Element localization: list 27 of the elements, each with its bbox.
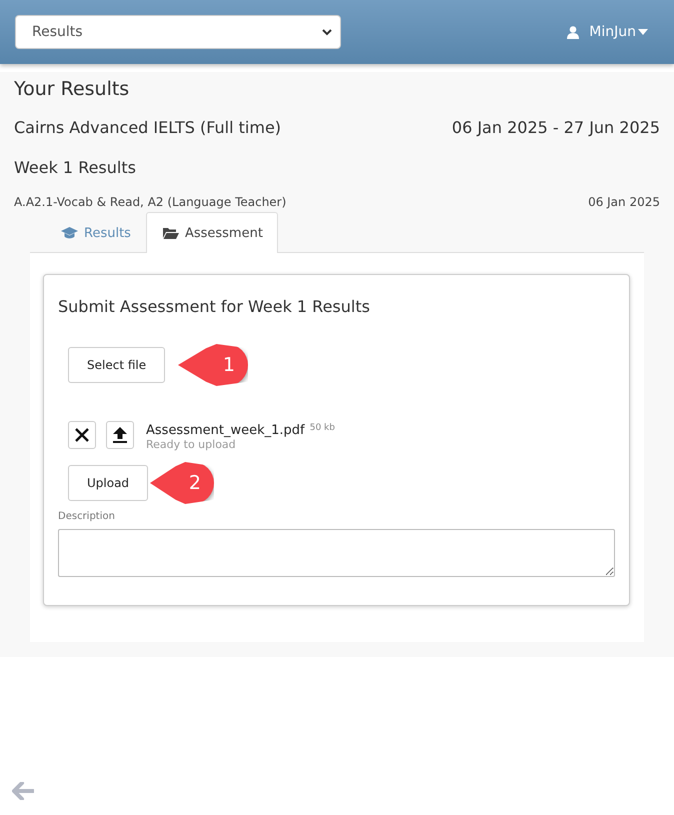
- card-heading: Submit Assessment for Week 1 Results: [58, 296, 371, 318]
- unit-date: 06 Jan 2025: [588, 194, 660, 211]
- remove-button[interactable]: [68, 421, 96, 449]
- graduation-cap-icon: [61, 227, 78, 239]
- user-icon: [567, 26, 580, 38]
- upload-button[interactable]: Upload: [68, 465, 148, 501]
- unit-name: A.A2.1-Vocab & Read, A2 (Language Teacher): [14, 194, 286, 211]
- upload-file-button[interactable]: [106, 421, 134, 449]
- description-label: Description: [58, 511, 116, 522]
- folder-icon: [162, 227, 179, 239]
- file-name: Assessment_week_1.pdf: [146, 423, 305, 438]
- chevron-down-icon: [322, 28, 332, 36]
- file-status: Ready to upload: [146, 438, 237, 451]
- page-select[interactable]: Results: [15, 15, 341, 49]
- close-icon: [75, 428, 89, 442]
- select-file-button[interactable]: Select file: [68, 347, 166, 383]
- callout-marker: 2: [150, 462, 214, 504]
- file-size: 50 kb: [310, 423, 335, 433]
- upload-icon: [113, 427, 127, 443]
- course-dates: 06 Jan 2025 - 27 Jun 2025: [452, 117, 660, 139]
- week-title: Week 1 Results: [14, 157, 137, 179]
- callout-marker: 1: [178, 344, 248, 386]
- description-field[interactable]: [58, 529, 615, 577]
- tab[interactable]: Assessment: [146, 212, 278, 253]
- page-title: Your Results: [14, 77, 130, 102]
- caret-icon: [638, 29, 648, 35]
- course-name: Cairns Advanced IELTS (Full time): [14, 117, 282, 139]
